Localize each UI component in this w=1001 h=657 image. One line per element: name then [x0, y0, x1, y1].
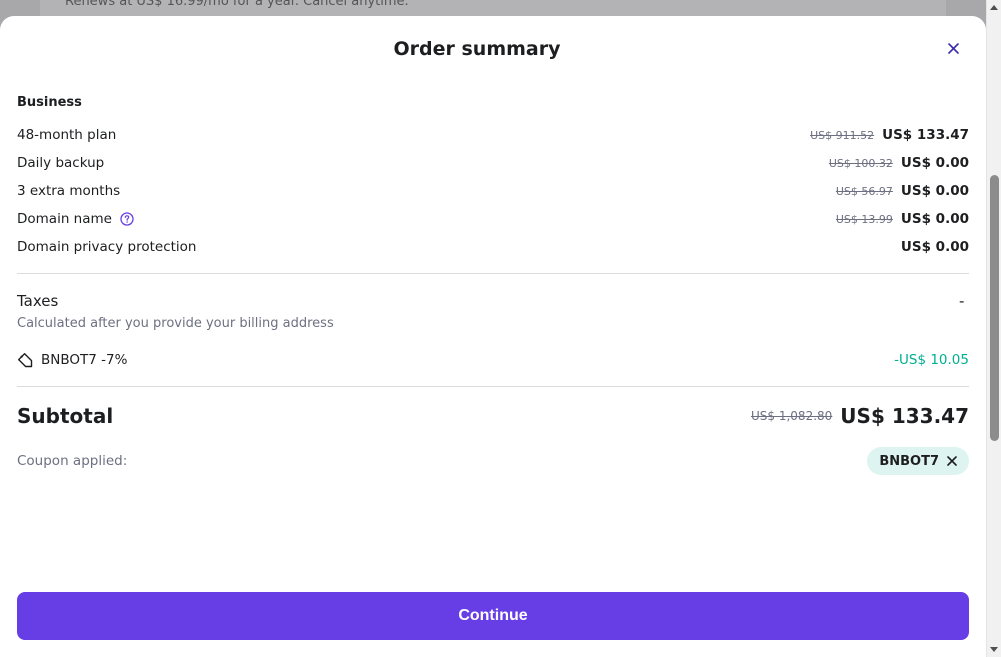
- old-price: US$ 911.52: [810, 128, 875, 142]
- tag-icon: [18, 353, 33, 368]
- coupon-row: BNBOT7 -7% -US$ 10.05: [17, 350, 969, 370]
- scroll-down-arrow-icon[interactable]: [990, 647, 998, 652]
- old-price: US$ 100.32: [828, 156, 893, 170]
- coupon-chip: BNBOT7: [867, 447, 969, 475]
- line-item-domain-name: Domain name US$ 13.99 US$ 0.00: [17, 209, 969, 229]
- line-item-label-wrap: Domain name: [17, 211, 134, 227]
- modal-title: Order summary: [393, 38, 561, 60]
- coupon-applied-label: Coupon applied:: [17, 453, 128, 469]
- close-button[interactable]: [943, 38, 963, 58]
- subtotal-new-price: US$ 133.47: [840, 404, 969, 428]
- taxes-value: -: [959, 292, 965, 310]
- line-item-label: Domain privacy protection: [17, 239, 197, 255]
- line-item-label: Daily backup: [17, 155, 105, 171]
- old-price: US$ 56.97: [835, 184, 893, 198]
- price-group: US$ 911.52 US$ 133.47: [810, 127, 969, 143]
- line-item-extra-months: 3 extra months US$ 56.97 US$ 0.00: [17, 181, 969, 201]
- price-group: US$ 13.99 US$ 0.00: [836, 211, 969, 227]
- divider: [17, 386, 969, 387]
- order-summary-modal: Order summary Business 48-month plan US$…: [0, 16, 986, 657]
- line-item-label: Domain name: [17, 211, 112, 227]
- line-item-domain-privacy: Domain privacy protection US$ 0.00: [17, 237, 969, 257]
- subtotal-label: Subtotal: [17, 404, 114, 428]
- scroll-up-arrow-icon[interactable]: [990, 5, 998, 10]
- close-icon[interactable]: [947, 456, 957, 466]
- coupon-chip-text: BNBOT7: [879, 453, 939, 469]
- new-price: US$ 0.00: [900, 155, 969, 171]
- line-item-label: 48-month plan: [17, 127, 117, 143]
- line-item-daily-backup: Daily backup US$ 100.32 US$ 0.00: [17, 153, 969, 173]
- subtotal-prices: US$ 1,082.80 US$ 133.47: [751, 404, 969, 428]
- new-price: US$ 0.00: [900, 183, 969, 199]
- new-price: US$ 133.47: [882, 127, 969, 143]
- page-scrollbar[interactable]: [986, 0, 1001, 657]
- close-icon[interactable]: [947, 42, 959, 54]
- subtotal-old-price: US$ 1,082.80: [751, 409, 833, 423]
- remove-coupon-button[interactable]: [947, 456, 957, 466]
- help-icon[interactable]: [120, 212, 134, 226]
- coupon-discount: -US$ 10.05: [894, 352, 969, 368]
- taxes-label: Taxes: [17, 292, 59, 310]
- plan-heading: Business: [17, 95, 82, 110]
- price-group: US$ 56.97 US$ 0.00: [836, 183, 969, 199]
- new-price: US$ 0.00: [900, 239, 969, 255]
- coupon-code-label: BNBOT7 -7%: [41, 352, 128, 368]
- price-group: US$ 100.32 US$ 0.00: [829, 155, 969, 171]
- taxes-note: Calculated after you provide your billin…: [17, 316, 334, 331]
- line-item-label: 3 extra months: [17, 183, 121, 199]
- divider: [17, 273, 969, 274]
- continue-button[interactable]: Continue: [17, 592, 969, 640]
- old-price: US$ 13.99: [835, 212, 893, 226]
- coupon-left: BNBOT7 -7%: [17, 352, 127, 368]
- line-item-plan: 48-month plan US$ 911.52 US$ 133.47: [17, 125, 969, 145]
- price-group: US$ 0.00: [901, 239, 969, 255]
- scroll-thumb[interactable]: [990, 175, 999, 441]
- new-price: US$ 0.00: [900, 211, 969, 227]
- background-renewal-text: Renews at US$ 16.99/mo for a year. Cance…: [65, 0, 409, 9]
